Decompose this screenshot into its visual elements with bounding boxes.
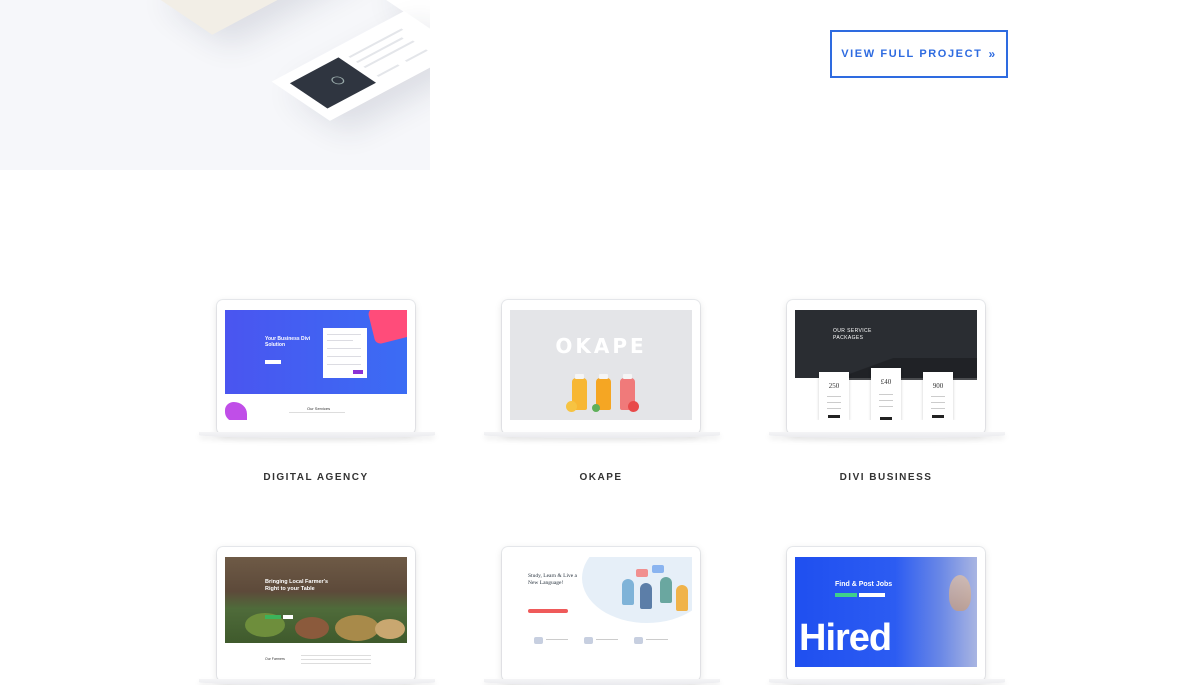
thumbnail-heading: OUR SERVICE PACKAGES [833,328,872,341]
portfolio-card-divi-business[interactable]: OUR SERVICE PACKAGES 250 £40 900 DIVI BU… [766,300,1006,483]
project-thumbnail: Study, Learn & Live a New Language! [510,557,692,667]
isometric-mockup-card [271,11,430,121]
thumbnail-section-title: Our Farmers [265,657,285,661]
portfolio-card-language[interactable]: Study, Learn & Live a New Language! [481,547,721,685]
laptop-mockup: Study, Learn & Live a New Language! [484,547,720,685]
plan-price: 250 [828,382,840,390]
card-title[interactable]: DIVI BUSINESS [766,472,1006,483]
cta-label: VIEW FULL PROJECT [841,48,983,60]
thumbnail-big-text: Hired [799,617,892,659]
plan-price: 900 [932,382,944,390]
laptop-mockup: OUR SERVICE PACKAGES 250 £40 900 [769,300,1005,438]
project-thumbnail: Find & Post Jobs Hired [795,557,977,667]
laptop-mockup: Your Business Divi Solution Our Services [199,300,435,438]
card-title[interactable]: OKAPE [481,472,721,483]
thumbnail-headline: Bringing Local Farmer's Right to your Ta… [265,579,329,592]
portfolio-card-hired[interactable]: Find & Post Jobs Hired [766,547,1006,685]
project-thumbnail: OUR SERVICE PACKAGES 250 £40 900 [795,310,977,420]
hero-project-preview [0,0,430,170]
laptop-mockup: Find & Post Jobs Hired [769,547,1005,685]
thumbnail-brand: OKAPE [555,334,647,358]
card-title[interactable]: DIGITAL AGENCY [196,472,436,483]
portfolio-card-farm[interactable]: Bringing Local Farmer's Right to your Ta… [196,547,436,685]
plan-price: £40 [880,378,892,386]
double-chevron-right-icon: » [988,47,997,61]
thumbnail-headline: Your Business Divi Solution [265,336,311,348]
laptop-mockup: Bringing Local Farmer's Right to your Ta… [199,547,435,685]
thumbnail-headline: Study, Learn & Live a New Language! [528,573,577,586]
laptop-mockup: OKAPE [484,300,720,438]
isometric-mockup-card [146,0,354,35]
portfolio-card-okape[interactable]: OKAPE OKAPE [481,300,721,483]
project-thumbnail: Bringing Local Farmer's Right to your Ta… [225,557,407,667]
project-thumbnail: Your Business Divi Solution Our Services [225,310,407,420]
thumbnail-headline: Find & Post Jobs [835,581,893,588]
portfolio-card-digital-agency[interactable]: Your Business Divi Solution Our Services… [196,300,436,483]
view-full-project-button[interactable]: VIEW FULL PROJECT » [830,30,1008,78]
project-thumbnail: OKAPE [510,310,692,420]
thumbnail-section-title: Our Services [307,406,331,411]
